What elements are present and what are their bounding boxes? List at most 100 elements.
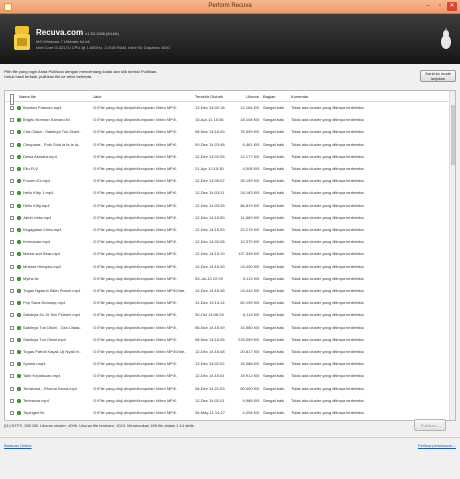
file-comment: Tidak ada cluster yang ditimpa terdeteks… xyxy=(291,251,365,257)
row-checkbox[interactable] xyxy=(10,374,14,379)
piriform-pear-icon xyxy=(441,28,451,49)
row-checkbox[interactable] xyxy=(10,337,14,342)
vertical-scrollbar[interactable] xyxy=(449,91,455,420)
table-row[interactable]: Sakitnya Ku Di Sini Polisen.mp4 G:\File y… xyxy=(5,310,455,320)
table-row[interactable]: Kegagalan Cinta.mp4 G:\File yang diuji di… xyxy=(5,225,455,235)
row-checkbox[interactable] xyxy=(10,191,14,196)
row-checkbox[interactable] xyxy=(10,301,14,306)
maximize-button[interactable]: ▫ xyxy=(435,2,445,11)
table-row[interactable]: Mutiara Hidupku.mp4 G:\File yang diuji di… xyxy=(5,262,455,272)
state-ok-icon xyxy=(17,252,21,257)
file-state: Sangat baik xyxy=(263,153,285,159)
file-size: 6,481 KB xyxy=(242,141,259,147)
table-row[interactable]: Hello Kitty.mp4 G:\File yang diuji dicipt… xyxy=(5,201,455,211)
file-size: 4,008 KB xyxy=(242,410,259,415)
file-state: Sangat baik xyxy=(263,324,285,330)
recover-button[interactable]: Pulihkan... xyxy=(414,419,446,431)
brand-title: Recuva.com v1.52.1086 (64-bit) xyxy=(36,28,119,37)
minimize-button[interactable]: – xyxy=(423,2,433,11)
table-row[interactable]: Frozen-01.mp4 G:\File yang diuji dicipta\… xyxy=(5,176,455,186)
row-checkbox[interactable] xyxy=(10,398,14,403)
table-row[interactable]: Marsa and Bear.mp4 G:\File yang diuji dic… xyxy=(5,249,455,259)
column-date[interactable]: Terakhir Diubah xyxy=(195,91,237,102)
file-date: 08-Nov 14:15:49 xyxy=(195,129,225,135)
file-date: 05-Jul-10 22:09 xyxy=(195,275,223,281)
file-size: 6,113 KB xyxy=(242,312,259,318)
table-row[interactable]: Cleopatra - Puih Sola la la la la.. G:\Fi… xyxy=(5,140,455,150)
file-size: 24,163 KB xyxy=(240,190,259,196)
row-checkbox[interactable] xyxy=(10,313,14,318)
table-row[interactable]: Jatuh cinta.mp4 G:\File yang diuji dicipt… xyxy=(5,213,455,223)
row-checkbox[interactable] xyxy=(10,106,14,110)
row-checkbox[interactable] xyxy=(10,215,14,220)
file-name: Topingen.flv xyxy=(23,410,45,415)
table-row[interactable]: Sakitnya Tuh Disini - Cita Citata.. G:\Fi… xyxy=(5,323,455,333)
row-checkbox[interactable] xyxy=(10,142,14,147)
file-state: Sangat baik xyxy=(263,410,285,415)
file-path: G:\File yang diuji dicipta\Kumpulan Vide… xyxy=(93,336,177,342)
column-path[interactable]: Jalur xyxy=(93,91,189,102)
row-checkbox[interactable] xyxy=(10,325,14,330)
table-row[interactable]: Sakitnya Tuh Disini.mp4 G:\File yang diuj… xyxy=(5,335,455,345)
row-checkbox[interactable] xyxy=(10,179,14,184)
file-path: G:\File yang diuji dicipta\Kumpulan Vide… xyxy=(93,324,177,330)
row-checkbox[interactable] xyxy=(10,264,14,269)
table-row[interactable]: Dewa Asmara.mp4 G:\File yang diuji dicipt… xyxy=(5,152,455,162)
table-row[interactable]: Tugas Patroli Kayak Uji Nyali.m.. G:\File… xyxy=(5,347,455,357)
row-checkbox[interactable] xyxy=(10,130,14,135)
status-text: [G:] NTFS, 289 GB. Ukuran cluster: 4096.… xyxy=(4,423,195,428)
online-help-link[interactable]: Bantuan Online xyxy=(4,443,32,448)
file-date: 12-Dec 14:02:18 xyxy=(195,105,225,110)
row-checkbox[interactable] xyxy=(10,362,14,367)
row-checkbox[interactable] xyxy=(10,203,14,208)
file-size: 9,986 KB xyxy=(242,397,259,403)
table-row[interactable]: Takir Kepalsuan.mp4 G:\File yang diuji di… xyxy=(5,371,455,381)
file-name: Takir Kepalsuan.mp4 xyxy=(23,373,61,379)
state-ok-icon xyxy=(17,313,21,318)
row-checkbox[interactable] xyxy=(10,350,14,354)
close-button[interactable]: ✕ xyxy=(447,2,457,11)
file-size: 22,278 KB xyxy=(240,227,259,232)
table-row[interactable]: Topingen.flv G:\File yang diuji dicipta\K… xyxy=(5,408,455,418)
table-row[interactable]: Ellu.FLV G:\File yang diuji dicipta\Kumpu… xyxy=(5,164,455,174)
divider xyxy=(0,437,460,438)
row-checkbox[interactable] xyxy=(10,167,14,171)
table-row[interactable]: Terlaluma - Rhoma Irama.mp4 G:\File yang … xyxy=(5,384,455,394)
advanced-mode-button[interactable]: Ganti ke mode lanjutan xyxy=(420,70,456,82)
file-path: G:\File yang diuji dicipta\Kumpulan Vide… xyxy=(93,153,177,159)
table-row[interactable]: Tugas Ngasuh Bikin Rusuh.mp4 G:\File yang… xyxy=(5,286,455,296)
file-state: Sangat baik xyxy=(263,288,285,293)
column-name[interactable]: Nama file xyxy=(19,91,83,102)
table-row[interactable]: Brigitu Norman Kamaru.flv G:\File yang di… xyxy=(5,115,455,125)
row-checkbox[interactable] xyxy=(10,118,14,123)
column-state[interactable]: Bagian xyxy=(263,91,285,102)
state-ok-icon xyxy=(17,301,21,306)
table-row[interactable]: Pop Sava Nonstop.mp4 G:\File yang diuji d… xyxy=(5,298,455,308)
row-checkbox[interactable] xyxy=(10,252,14,257)
table-row[interactable]: Kerinduan.mp4 G:\File yang diuji dicipta\… xyxy=(5,237,455,247)
row-checkbox[interactable] xyxy=(10,228,14,232)
scrollbar-thumb[interactable] xyxy=(451,105,455,165)
file-path: G:\File yang diuji dicipta\Kumpulan Vide… xyxy=(93,166,177,171)
row-checkbox[interactable] xyxy=(10,289,14,293)
file-comment: Tidak ada cluster yang ditimpa terdeteks… xyxy=(291,105,365,110)
row-checkbox[interactable] xyxy=(10,411,14,415)
table-row[interactable]: Myths.flv G:\File yang diuji dicipta\Kump… xyxy=(5,274,455,284)
file-date: 12-Dec 14:03:21 xyxy=(195,190,225,196)
check-updates-link[interactable]: Periksa pembaruan... xyxy=(418,443,456,448)
row-checkbox[interactable] xyxy=(10,386,14,391)
file-state: Sangat baik xyxy=(263,385,285,391)
table-row[interactable]: Terlesima.mp4 G:\File yang diuji dicipta\… xyxy=(5,396,455,406)
table-row[interactable]: Cita Citata - Sakitnya Tuh Disini.. G:\Fi… xyxy=(5,127,455,137)
table-row[interactable]: Syahdu.mp4 G:\File yang diuji dicipta\Kum… xyxy=(5,359,455,369)
file-path: G:\File yang diuji dicipta\Kumpulan Vide… xyxy=(93,178,177,184)
row-checkbox[interactable] xyxy=(10,276,14,281)
table-row[interactable]: Bondan Prakoso.mp4 G:\File yang diuji dic… xyxy=(5,103,455,113)
table-row[interactable]: Hello Kitty 1.mp4 G:\File yang diuji dici… xyxy=(5,188,455,198)
column-comment[interactable]: Komentar xyxy=(291,91,451,102)
row-checkbox[interactable] xyxy=(10,240,14,245)
row-checkbox[interactable] xyxy=(10,154,14,159)
window-title: Perform Recuva xyxy=(208,3,252,9)
file-date: 09-Dec 14:23:48 xyxy=(195,141,225,147)
column-size[interactable]: Ukuran xyxy=(237,91,259,102)
